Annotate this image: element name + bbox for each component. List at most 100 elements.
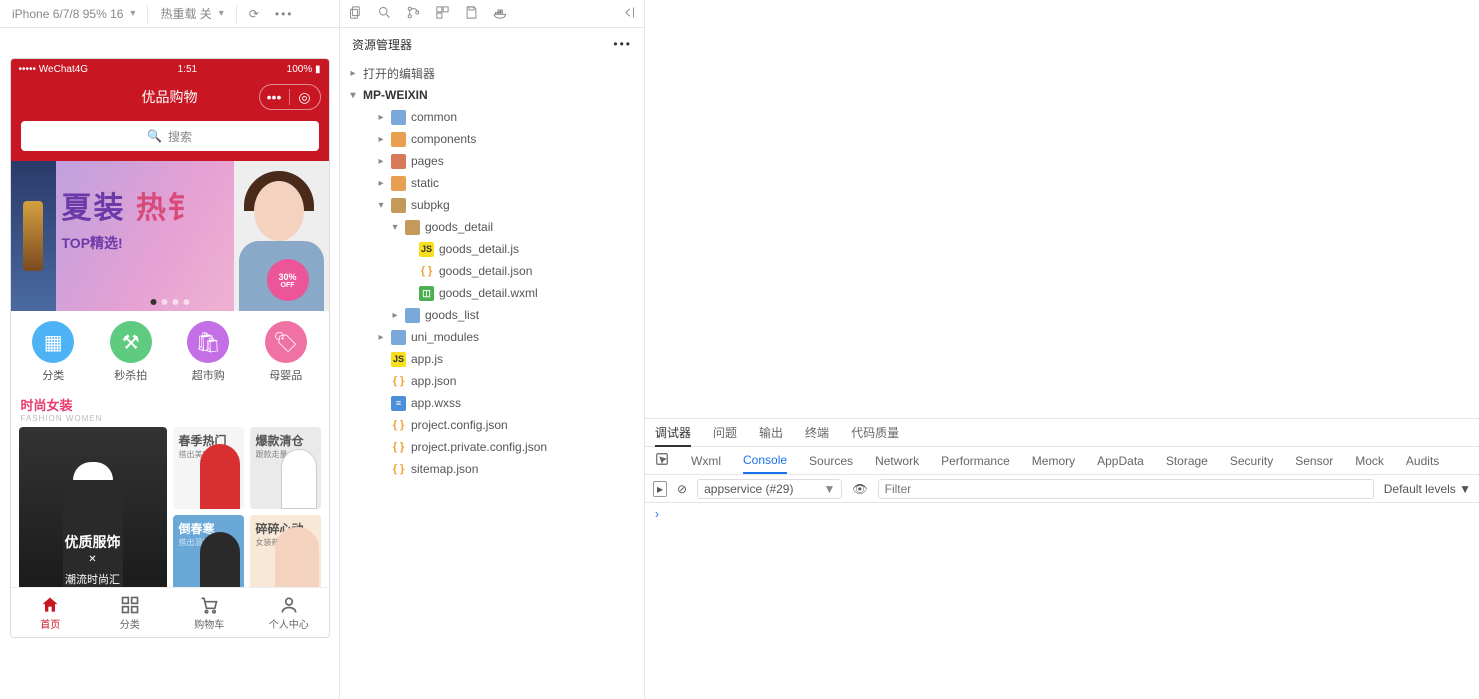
phone-preview: ••••• WeChat4G 1:51 100% ▮ 优品购物 ••• ◎ 🔍 … <box>10 58 330 638</box>
grid-card[interactable]: 春季热门搭出美时尚 <box>173 427 244 509</box>
tree-item[interactable]: ▸pages <box>346 150 638 172</box>
project-root[interactable]: ▾MP-WEIXIN <box>346 84 638 106</box>
capsule-close-icon[interactable]: ◎ <box>290 89 320 106</box>
tab-profile[interactable]: 个人中心 <box>249 588 329 637</box>
more-icon[interactable]: ••• <box>271 7 298 21</box>
grid-card[interactable]: 碎碎心动女装新款 <box>250 515 321 597</box>
carrier-label: ••••• WeChat4G <box>19 64 89 75</box>
save-icon[interactable] <box>464 5 479 23</box>
grid-card[interactable]: 倒春寒搭出温暖 <box>173 515 244 597</box>
devtools-tab[interactable]: Memory <box>1032 454 1075 468</box>
devtools-tabs: Wxml Console Sources Network Performance Memo… <box>645 447 1479 475</box>
tree-item[interactable]: ▸static <box>346 172 638 194</box>
file-tree: ▸打开的编辑器 ▾MP-WEIXIN ▸common▸components▸pa… <box>340 60 644 482</box>
tree-item[interactable]: ▸uni_modules <box>346 326 638 348</box>
eye-icon[interactable]: 👁 <box>852 482 867 496</box>
cat-baby[interactable]: 🏷母婴品 <box>265 321 307 383</box>
device-selector[interactable]: iPhone 6/7/8 95% 16 <box>8 7 139 21</box>
category-icons: ▦分类 ⚒秒杀拍 🛍超市购 🏷母婴品 <box>11 311 329 391</box>
feature-card[interactable]: 优质服饰✕潮流时尚汇 <box>19 427 167 597</box>
console-filter-input[interactable] <box>878 479 1374 499</box>
play-icon[interactable]: ▸ <box>653 481 667 497</box>
grid-card[interactable]: 爆款清仓跟款走量 <box>250 427 321 509</box>
devtools-tab[interactable]: Security <box>1230 454 1273 468</box>
hot-reload-toggle[interactable]: 热重载 关 <box>156 5 227 22</box>
inspect-icon[interactable] <box>655 452 669 469</box>
page-title: 优品购物 <box>142 87 198 107</box>
bag-icon: 🛍 <box>187 321 229 363</box>
tree-item[interactable]: JSapp.js <box>346 348 638 370</box>
git-icon[interactable] <box>406 5 421 23</box>
tree-item[interactable]: { }sitemap.json <box>346 458 638 480</box>
devtools-panel: 调试器 问题 输出 终端 代码质量 Wxml Console Sources Network P… <box>645 419 1479 699</box>
tree-item[interactable]: ▸components <box>346 128 638 150</box>
devtools-tab[interactable]: Performance <box>941 454 1010 468</box>
capsule-menu-icon[interactable]: ••• <box>260 89 290 105</box>
more-icon[interactable]: ••• <box>613 37 632 51</box>
docker-icon[interactable] <box>493 5 508 23</box>
search-icon: 🔍 <box>147 129 162 143</box>
search-icon[interactable] <box>377 5 392 23</box>
cat-category[interactable]: ▦分类 <box>32 321 74 383</box>
tree-item[interactable]: JSgoods_detail.js <box>346 238 638 260</box>
devtools-tab[interactable]: Sensor <box>1295 454 1333 468</box>
console-toolbar: ▸ ⊘ appservice (#29)▼ 👁 Default levels ▼ <box>645 475 1479 503</box>
bottom-tab[interactable]: 输出 <box>759 424 783 441</box>
tree-item[interactable]: { }app.json <box>346 370 638 392</box>
simulator-panel: iPhone 6/7/8 95% 16 热重载 关 ⟳ ••• ••••• We… <box>0 0 340 699</box>
devtools-tab[interactable]: Mock <box>1355 454 1384 468</box>
tab-home[interactable]: 首页 <box>11 588 91 637</box>
time-label: 1:51 <box>178 64 197 75</box>
bottom-tab[interactable]: 代码质量 <box>851 424 899 441</box>
simulator-toolbar: iPhone 6/7/8 95% 16 热重载 关 ⟳ ••• <box>0 0 339 28</box>
explorer-panel: 资源管理器 ••• ▸打开的编辑器 ▾MP-WEIXIN ▸common▸com… <box>340 0 645 699</box>
tree-item[interactable]: { }goods_detail.json <box>346 260 638 282</box>
tree-item[interactable]: { }project.private.config.json <box>346 436 638 458</box>
tree-item[interactable]: ◫goods_detail.wxml <box>346 282 638 304</box>
bottom-tab[interactable]: 调试器 <box>655 424 691 447</box>
cat-market[interactable]: 🛍超市购 <box>187 321 229 383</box>
devtools-tab[interactable]: Sources <box>809 454 853 468</box>
devtools-tab[interactable]: Audits <box>1406 454 1439 468</box>
search-input[interactable]: 🔍 搜索 <box>21 121 319 151</box>
console-output[interactable]: › <box>645 503 1479 699</box>
context-selector[interactable]: appservice (#29)▼ <box>697 479 842 499</box>
bottom-tab[interactable]: 问题 <box>713 424 737 441</box>
tree-item[interactable]: ▾subpkg <box>346 194 638 216</box>
devtools-tab[interactable]: AppData <box>1097 454 1144 468</box>
tree-item[interactable]: ▸common <box>346 106 638 128</box>
tree-item[interactable]: ▾goods_detail <box>346 216 638 238</box>
devtools-tab[interactable]: Storage <box>1166 454 1208 468</box>
log-levels-selector[interactable]: Default levels ▼ <box>1384 482 1471 496</box>
banner[interactable]: 夏装 热钅 TOP精选! 30%OFF <box>11 161 329 311</box>
clear-icon[interactable]: ⊘ <box>677 482 687 496</box>
editor-area: 调试器 问题 输出 终端 代码质量 Wxml Console Sources Network P… <box>645 0 1479 699</box>
battery-label: 100% ▮ <box>287 64 321 75</box>
explorer-header: 资源管理器 ••• <box>340 28 644 60</box>
grid-icon: ▦ <box>32 321 74 363</box>
tab-bar: 首页 分类 购物车 个人中心 <box>11 587 329 637</box>
bottom-tab[interactable]: 终端 <box>805 424 829 441</box>
tag-icon: 🏷 <box>265 321 307 363</box>
tree-item[interactable]: { }project.config.json <box>346 414 638 436</box>
tab-cart[interactable]: 购物车 <box>170 588 250 637</box>
extensions-icon[interactable] <box>435 5 450 23</box>
tree-item[interactable]: ▸goods_list <box>346 304 638 326</box>
cat-flash[interactable]: ⚒秒杀拍 <box>110 321 152 383</box>
editor-toolbar <box>340 0 644 28</box>
refresh-icon[interactable]: ⟳ <box>245 7 263 21</box>
status-bar: ••••• WeChat4G 1:51 100% ▮ <box>11 59 329 79</box>
collapse-icon[interactable] <box>621 5 636 23</box>
devtools-tab[interactable]: Network <box>875 454 919 468</box>
files-icon[interactable] <box>348 5 363 23</box>
tab-category[interactable]: 分类 <box>90 588 170 637</box>
capsule[interactable]: ••• ◎ <box>259 84 321 110</box>
devtools-tab[interactable]: Console <box>743 453 787 474</box>
bottom-tabs: 调试器 问题 输出 终端 代码质量 <box>645 419 1479 447</box>
discount-badge: 30%OFF <box>267 259 309 301</box>
editor-empty <box>645 0 1479 419</box>
devtools-tab[interactable]: Wxml <box>691 454 721 468</box>
section-title: 时尚女装 <box>11 391 329 414</box>
open-editors-section[interactable]: ▸打开的编辑器 <box>346 62 638 84</box>
tree-item[interactable]: ≡app.wxss <box>346 392 638 414</box>
